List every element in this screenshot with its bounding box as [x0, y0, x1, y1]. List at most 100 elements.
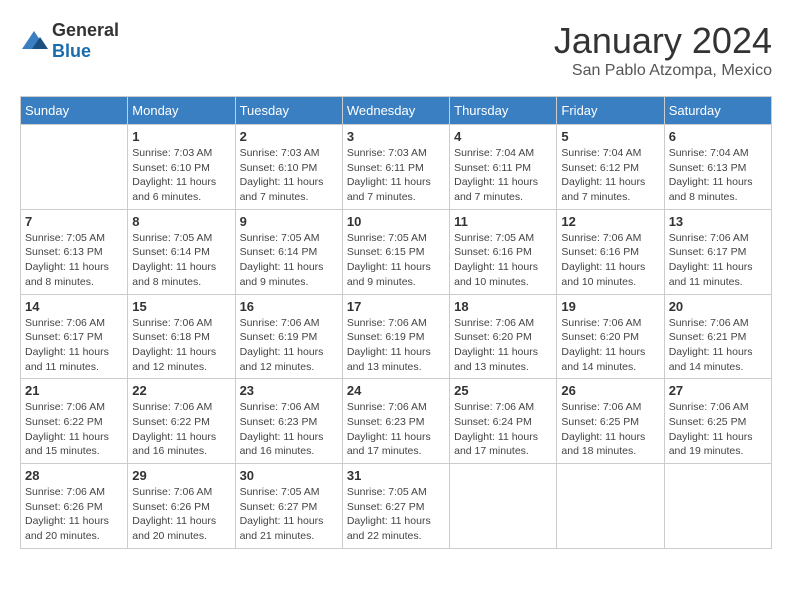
- day-info: Sunrise: 7:06 AM Sunset: 6:17 PM Dayligh…: [669, 231, 767, 290]
- day-number: 20: [669, 299, 767, 314]
- day-number: 22: [132, 383, 230, 398]
- calendar-cell: 4Sunrise: 7:04 AM Sunset: 6:11 PM Daylig…: [450, 125, 557, 210]
- day-info: Sunrise: 7:03 AM Sunset: 6:10 PM Dayligh…: [132, 146, 230, 205]
- day-info: Sunrise: 7:06 AM Sunset: 6:26 PM Dayligh…: [25, 485, 123, 544]
- calendar-cell: 16 Sunrise: 7:06 AM Sunset: 6:19 PM Dayli…: [235, 294, 342, 379]
- day-info: Sunrise: 7:05 AM Sunset: 6:27 PM Dayligh…: [347, 485, 445, 544]
- weekday-header: Monday: [128, 97, 235, 125]
- calendar-cell: 1 Sunrise: 7:03 AM Sunset: 6:10 PM Daylig…: [128, 125, 235, 210]
- calendar-cell: [664, 464, 771, 549]
- day-info: Sunrise: 7:06 AM Sunset: 6:25 PM Dayligh…: [669, 400, 767, 459]
- day-number: 15: [132, 299, 230, 314]
- weekday-header: Saturday: [664, 97, 771, 125]
- day-info: Sunrise: 7:05 AM Sunset: 6:13 PM Dayligh…: [25, 231, 123, 290]
- weekday-header-row: SundayMondayTuesdayWednesdayThursdayFrid…: [21, 97, 772, 125]
- calendar-cell: 5 Sunrise: 7:04 AM Sunset: 6:12 PM Daylig…: [557, 125, 664, 210]
- day-info: Sunrise: 7:03 AM Sunset: 6:11 PM Dayligh…: [347, 146, 445, 205]
- calendar-cell: 27 Sunrise: 7:06 AM Sunset: 6:25 PM Dayli…: [664, 379, 771, 464]
- day-info: Sunrise: 7:06 AM Sunset: 6:19 PM Dayligh…: [240, 316, 338, 375]
- day-number: 19: [561, 299, 659, 314]
- day-info: Sunrise: 7:04 AM Sunset: 6:11 PM Dayligh…: [454, 146, 552, 205]
- day-info: Sunrise: 7:05 AM Sunset: 6:16 PM Dayligh…: [454, 231, 552, 290]
- day-number: 11: [454, 214, 552, 229]
- day-number: 16: [240, 299, 338, 314]
- day-number: 24: [347, 383, 445, 398]
- day-info: Sunrise: 7:06 AM Sunset: 6:20 PM Dayligh…: [454, 316, 552, 375]
- day-info: Sunrise: 7:04 AM Sunset: 6:12 PM Dayligh…: [561, 146, 659, 205]
- calendar-cell: [21, 125, 128, 210]
- day-number: 14: [25, 299, 123, 314]
- day-info: Sunrise: 7:06 AM Sunset: 6:22 PM Dayligh…: [132, 400, 230, 459]
- day-info: Sunrise: 7:03 AM Sunset: 6:10 PM Dayligh…: [240, 146, 338, 205]
- day-info: Sunrise: 7:06 AM Sunset: 6:25 PM Dayligh…: [561, 400, 659, 459]
- day-info: Sunrise: 7:06 AM Sunset: 6:23 PM Dayligh…: [347, 400, 445, 459]
- day-number: 31: [347, 468, 445, 483]
- logo-general: General: [52, 20, 119, 40]
- calendar-cell: 24 Sunrise: 7:06 AM Sunset: 6:23 PM Dayli…: [342, 379, 449, 464]
- day-info: Sunrise: 7:06 AM Sunset: 6:19 PM Dayligh…: [347, 316, 445, 375]
- day-number: 9: [240, 214, 338, 229]
- day-number: 21: [25, 383, 123, 398]
- day-number: 7: [25, 214, 123, 229]
- day-number: 10: [347, 214, 445, 229]
- calendar-cell: 11 Sunrise: 7:05 AM Sunset: 6:16 PM Dayli…: [450, 209, 557, 294]
- logo: General Blue: [20, 20, 119, 62]
- calendar-cell: 31 Sunrise: 7:05 AM Sunset: 6:27 PM Dayli…: [342, 464, 449, 549]
- calendar-cell: 22 Sunrise: 7:06 AM Sunset: 6:22 PM Dayli…: [128, 379, 235, 464]
- day-info: Sunrise: 7:06 AM Sunset: 6:24 PM Dayligh…: [454, 400, 552, 459]
- calendar-week-row: 14Sunrise: 7:06 AM Sunset: 6:17 PM Dayli…: [21, 294, 772, 379]
- calendar-cell: 9 Sunrise: 7:05 AM Sunset: 6:14 PM Daylig…: [235, 209, 342, 294]
- logo-icon: [20, 29, 48, 53]
- day-info: Sunrise: 7:06 AM Sunset: 6:26 PM Dayligh…: [132, 485, 230, 544]
- calendar-cell: 7 Sunrise: 7:05 AM Sunset: 6:13 PM Daylig…: [21, 209, 128, 294]
- day-info: Sunrise: 7:05 AM Sunset: 6:15 PM Dayligh…: [347, 231, 445, 290]
- weekday-header: Tuesday: [235, 97, 342, 125]
- calendar-cell: 25Sunrise: 7:06 AM Sunset: 6:24 PM Dayli…: [450, 379, 557, 464]
- month-title: January 2024: [554, 20, 772, 62]
- day-info: Sunrise: 7:06 AM Sunset: 6:21 PM Dayligh…: [669, 316, 767, 375]
- calendar-cell: 6Sunrise: 7:04 AM Sunset: 6:13 PM Daylig…: [664, 125, 771, 210]
- calendar-cell: 20 Sunrise: 7:06 AM Sunset: 6:21 PM Dayli…: [664, 294, 771, 379]
- calendar-cell: 12Sunrise: 7:06 AM Sunset: 6:16 PM Dayli…: [557, 209, 664, 294]
- calendar-week-row: 7 Sunrise: 7:05 AM Sunset: 6:13 PM Daylig…: [21, 209, 772, 294]
- weekday-header: Thursday: [450, 97, 557, 125]
- calendar-cell: 23 Sunrise: 7:06 AM Sunset: 6:23 PM Dayli…: [235, 379, 342, 464]
- day-info: Sunrise: 7:06 AM Sunset: 6:22 PM Dayligh…: [25, 400, 123, 459]
- day-info: Sunrise: 7:05 AM Sunset: 6:27 PM Dayligh…: [240, 485, 338, 544]
- day-number: 8: [132, 214, 230, 229]
- calendar-cell: 21 Sunrise: 7:06 AM Sunset: 6:22 PM Dayli…: [21, 379, 128, 464]
- calendar-cell: 29 Sunrise: 7:06 AM Sunset: 6:26 PM Dayli…: [128, 464, 235, 549]
- calendar-week-row: 21 Sunrise: 7:06 AM Sunset: 6:22 PM Dayli…: [21, 379, 772, 464]
- calendar-cell: 19 Sunrise: 7:06 AM Sunset: 6:20 PM Dayli…: [557, 294, 664, 379]
- day-number: 1: [132, 129, 230, 144]
- day-number: 29: [132, 468, 230, 483]
- day-number: 23: [240, 383, 338, 398]
- day-number: 12: [561, 214, 659, 229]
- day-number: 3: [347, 129, 445, 144]
- calendar-cell: 2Sunrise: 7:03 AM Sunset: 6:10 PM Daylig…: [235, 125, 342, 210]
- calendar-cell: 18Sunrise: 7:06 AM Sunset: 6:20 PM Dayli…: [450, 294, 557, 379]
- day-number: 28: [25, 468, 123, 483]
- calendar-cell: 15 Sunrise: 7:06 AM Sunset: 6:18 PM Dayli…: [128, 294, 235, 379]
- calendar-cell: 13 Sunrise: 7:06 AM Sunset: 6:17 PM Dayli…: [664, 209, 771, 294]
- day-number: 27: [669, 383, 767, 398]
- day-number: 13: [669, 214, 767, 229]
- calendar-week-row: 1 Sunrise: 7:03 AM Sunset: 6:10 PM Daylig…: [21, 125, 772, 210]
- header: General Blue January 2024 San Pablo Atzo…: [20, 20, 772, 80]
- calendar-week-row: 28 Sunrise: 7:06 AM Sunset: 6:26 PM Dayli…: [21, 464, 772, 549]
- day-info: Sunrise: 7:06 AM Sunset: 6:23 PM Dayligh…: [240, 400, 338, 459]
- day-number: 5: [561, 129, 659, 144]
- logo-blue: Blue: [52, 41, 91, 61]
- day-info: Sunrise: 7:06 AM Sunset: 6:18 PM Dayligh…: [132, 316, 230, 375]
- location-title: San Pablo Atzompa, Mexico: [554, 62, 772, 80]
- calendar: SundayMondayTuesdayWednesdayThursdayFrid…: [20, 96, 772, 549]
- weekday-header: Friday: [557, 97, 664, 125]
- day-number: 26: [561, 383, 659, 398]
- calendar-cell: 3 Sunrise: 7:03 AM Sunset: 6:11 PM Daylig…: [342, 125, 449, 210]
- day-info: Sunrise: 7:05 AM Sunset: 6:14 PM Dayligh…: [240, 231, 338, 290]
- calendar-cell: 26 Sunrise: 7:06 AM Sunset: 6:25 PM Dayli…: [557, 379, 664, 464]
- weekday-header: Wednesday: [342, 97, 449, 125]
- day-info: Sunrise: 7:06 AM Sunset: 6:20 PM Dayligh…: [561, 316, 659, 375]
- calendar-cell: [450, 464, 557, 549]
- day-info: Sunrise: 7:05 AM Sunset: 6:14 PM Dayligh…: [132, 231, 230, 290]
